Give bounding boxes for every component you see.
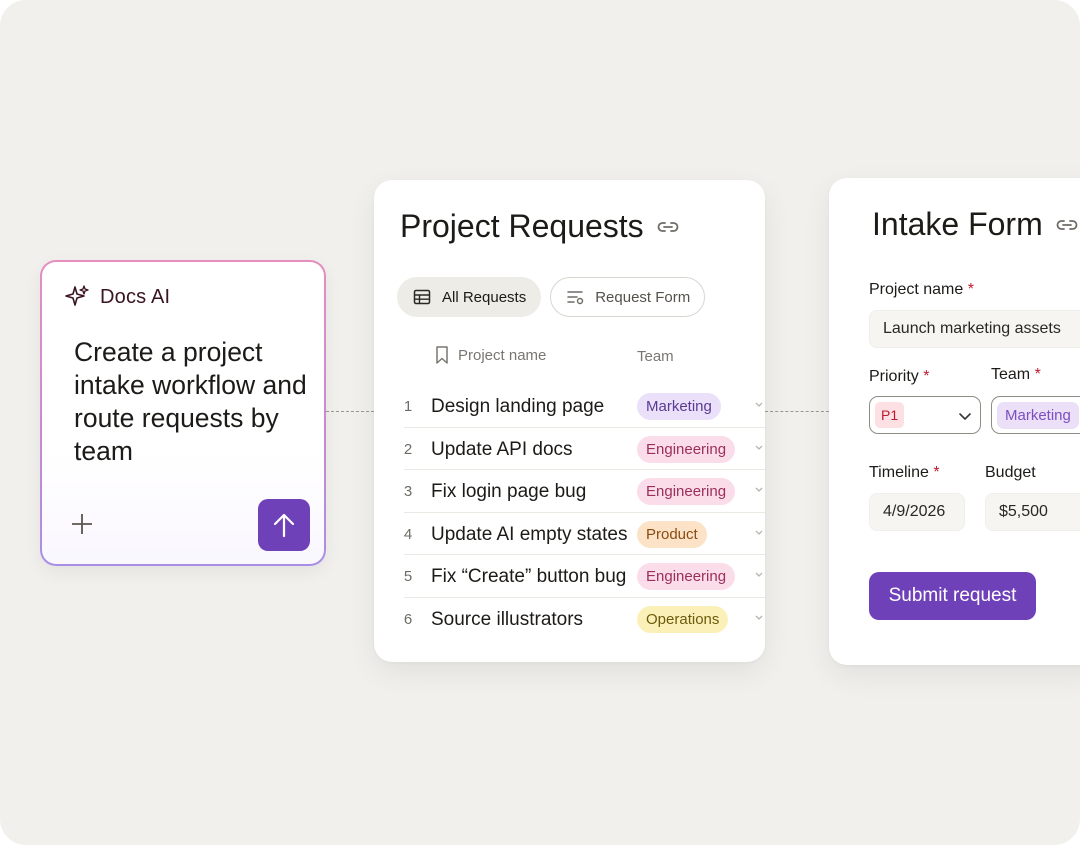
timeline-field[interactable]: 4/9/2026 — [869, 493, 965, 531]
chevron-down-icon — [959, 413, 971, 420]
chevron-down-icon — [755, 530, 763, 535]
page-title: Project Requests — [400, 208, 644, 244]
project-name-cell: Fix “Create” button bug — [431, 566, 627, 587]
team-chip[interactable]: Marketing — [637, 393, 721, 420]
link-icon[interactable] — [1055, 213, 1079, 237]
sparkle-icon — [65, 285, 89, 306]
chevron-down-icon — [755, 402, 763, 407]
timeline-label: Timeline * — [869, 464, 940, 481]
bookmark-icon — [436, 346, 448, 364]
tab-label: All Requests — [442, 288, 527, 306]
project-name-field[interactable]: Launch marketing assets — [869, 310, 1080, 348]
priority-value: P1 — [875, 402, 905, 428]
team-chip[interactable]: Engineering — [637, 435, 736, 463]
budget-field[interactable]: $5,500 — [985, 493, 1080, 531]
team-chip[interactable]: Product — [637, 520, 707, 548]
submit-request-button[interactable]: Submit request — [869, 572, 1036, 620]
intake-form-header: Intake Form — [872, 206, 1079, 243]
project-name-cell: Update AI empty states — [431, 523, 628, 545]
table-row[interactable]: 4 Update AI empty states Product — [374, 513, 765, 555]
project-name-cell: Source illustrators — [431, 608, 584, 630]
row-number: 5 — [403, 568, 413, 585]
plus-icon[interactable] — [70, 512, 94, 536]
team-chip[interactable]: Operations — [637, 605, 729, 633]
docs-ai-prompt[interactable]: Create a project intake workflow and rou… — [74, 336, 314, 468]
row-number: 4 — [403, 525, 413, 543]
link-icon[interactable] — [656, 215, 680, 239]
table-row[interactable]: 5 Fix “Create” button bug Engineering — [374, 555, 765, 598]
budget-label: Budget — [985, 464, 1036, 481]
docs-ai-panel: Docs AI Create a project intake workflow… — [42, 262, 324, 564]
project-requests-card: Project Requests All Requests Request Fo… — [374, 180, 765, 662]
team-chip[interactable]: Engineering — [637, 563, 736, 590]
team-chip[interactable]: Engineering — [637, 478, 736, 505]
intake-form-card: Intake Form Project name * Launch market… — [829, 178, 1080, 665]
required-mark: * — [1034, 366, 1041, 383]
arrow-up-icon — [273, 513, 295, 538]
form-title: Intake Form — [872, 206, 1043, 242]
priority-label: Priority * — [869, 368, 930, 385]
priority-select[interactable]: P1 — [869, 396, 981, 434]
tab-request-form[interactable]: Request Form — [550, 277, 706, 317]
chevron-down-icon — [755, 487, 763, 492]
connector-line — [326, 411, 374, 412]
team-label: Team * — [991, 366, 1041, 383]
row-number: 6 — [403, 610, 413, 628]
docs-ai-header: Docs AI — [64, 284, 170, 310]
docs-ai-card: Docs AI Create a project intake workflow… — [40, 260, 326, 566]
table-row[interactable]: 3 Fix login page bug Engineering — [374, 470, 765, 513]
project-name-label: Project name * — [869, 281, 974, 298]
chevron-down-icon — [755, 615, 763, 620]
requests-table-body: 1 Design landing page Marketing 2 Update API… — [374, 385, 765, 640]
team-value: Marketing — [997, 401, 1079, 429]
table-row[interactable]: 2 Update API docs Engineering — [374, 428, 765, 470]
team-select[interactable]: Marketing — [991, 396, 1080, 434]
chevron-down-icon — [755, 572, 763, 577]
docs-ai-title: Docs AI — [100, 285, 171, 308]
required-mark: * — [933, 464, 940, 481]
project-name-cell: Update API docs — [431, 438, 573, 460]
project-name-cell: Design landing page — [431, 396, 605, 417]
send-button[interactable] — [258, 499, 310, 551]
project-requests-header: Project Requests — [400, 208, 680, 245]
column-header-project-name[interactable]: Project name — [434, 345, 546, 365]
row-number: 1 — [403, 398, 413, 415]
form-icon — [567, 291, 584, 305]
table-row[interactable]: 6 Source illustrators Operations — [374, 598, 765, 641]
project-name-cell: Fix login page bug — [431, 481, 587, 502]
required-mark: * — [967, 281, 974, 298]
row-number: 2 — [403, 440, 413, 458]
required-mark: * — [923, 368, 930, 385]
tab-all-requests[interactable]: All Requests — [397, 277, 542, 317]
table-header: Project name Team — [374, 345, 765, 371]
canvas: Docs AI Create a project intake workflow… — [0, 0, 1080, 845]
row-number: 3 — [403, 483, 413, 500]
chevron-down-icon — [755, 445, 763, 450]
tab-label: Request Form — [595, 288, 691, 306]
view-tabs: All Requests Request Form — [397, 277, 706, 317]
column-header-team[interactable]: Team — [637, 348, 674, 365]
connector-line — [765, 411, 829, 412]
table-row[interactable]: 1 Design landing page Marketing — [374, 385, 765, 428]
table-icon — [413, 289, 431, 305]
